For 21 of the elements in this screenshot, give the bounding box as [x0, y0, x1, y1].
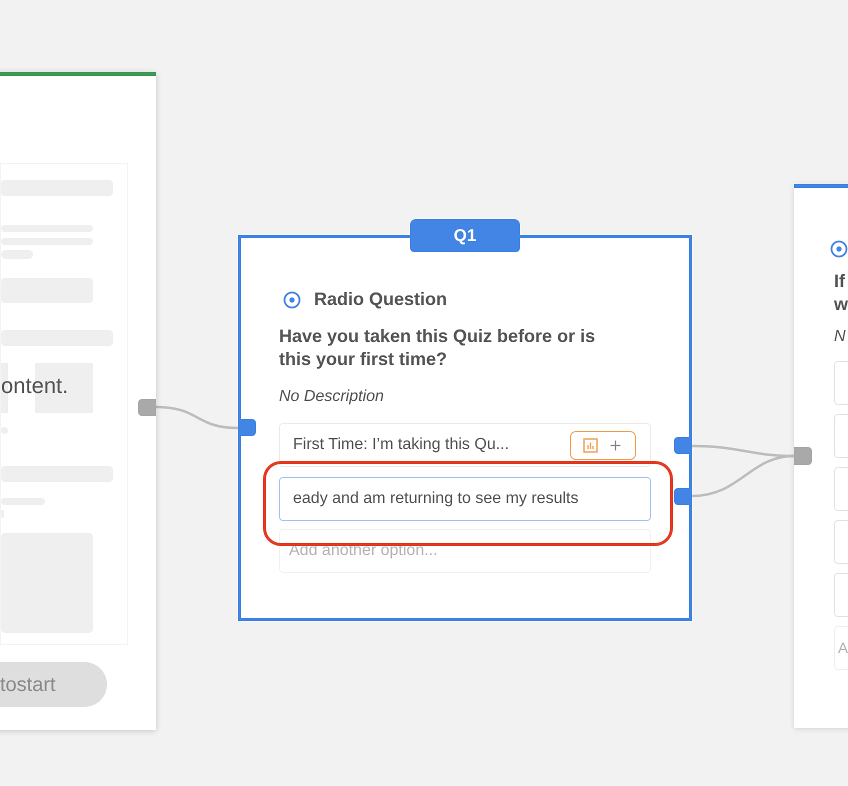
question-text: If — [834, 270, 845, 293]
question-text: w — [834, 293, 848, 316]
radio-icon — [283, 290, 301, 308]
connector-port[interactable] — [674, 488, 692, 505]
option-tools[interactable] — [570, 430, 636, 460]
chart-icon — [583, 438, 598, 452]
option-text: First Time: I’m taking this Qu... — [293, 435, 510, 455]
description-text: N — [834, 327, 846, 347]
option-row[interactable]: First Time: I’m taking this Qu... — [279, 423, 651, 467]
connector-port[interactable] — [138, 399, 156, 416]
add-option-field[interactable]: A — [834, 626, 848, 670]
question-text: Have you taken this Quiz before or is this your first time? — [279, 325, 596, 371]
question-badge: Q1 — [410, 219, 520, 252]
connector-port[interactable] — [238, 419, 256, 436]
connector-port[interactable] — [794, 447, 812, 465]
plus-icon — [608, 438, 623, 452]
description-text: No Description — [279, 387, 385, 407]
content-text: ontent. — [1, 363, 93, 413]
question-type-label: Radio Question — [314, 288, 448, 311]
option-input[interactable]: eady and am returning to see my results — [279, 477, 651, 521]
connector-port[interactable] — [674, 437, 692, 454]
